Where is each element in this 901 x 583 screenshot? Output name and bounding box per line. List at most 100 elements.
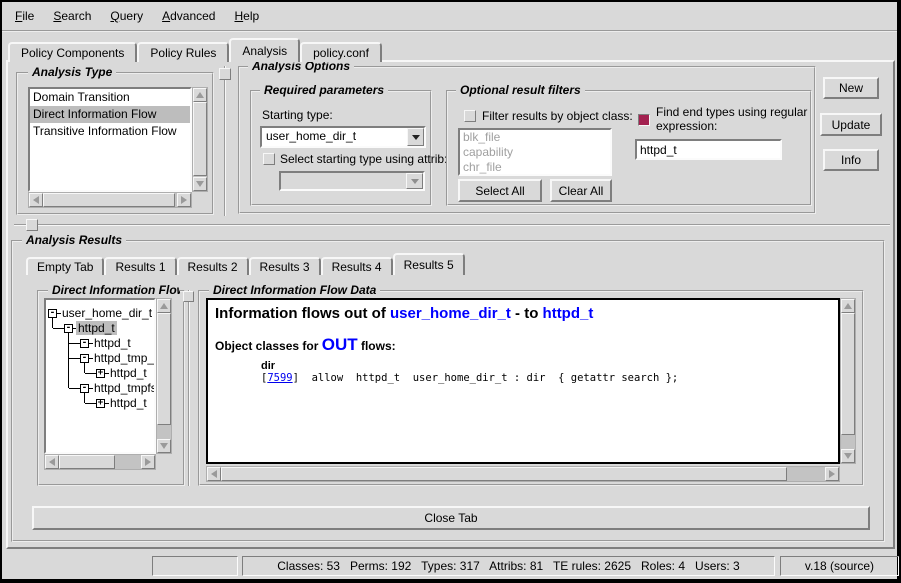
results-pane-sash-handle[interactable] (183, 291, 194, 302)
scroll-track[interactable] (59, 455, 141, 469)
object-class-listbox-disabled: blk_file capability chr_file (458, 128, 612, 176)
regex-checkbox-checked[interactable] (638, 114, 650, 126)
scroll-up-arrow[interactable] (193, 88, 207, 102)
status-policy-stats: Classes: 53 Perms: 192 Types: 317 Attrib… (242, 556, 775, 576)
tree-line (85, 373, 96, 374)
combobox-dropdown-button[interactable] (406, 173, 423, 189)
results-sash-handle[interactable] (26, 219, 38, 231)
tab-results-4[interactable]: Results 4 (321, 257, 393, 275)
pane-sash-handle[interactable] (219, 68, 231, 80)
object-class-checkbox[interactable] (464, 110, 476, 122)
tree-expander-icon[interactable]: + (96, 399, 105, 408)
analysis-type-item-selected[interactable]: Direct Information Flow (30, 106, 190, 123)
analysis-type-hscrollbar[interactable] (28, 192, 192, 208)
tree-node-label[interactable]: httpd_tmp_t (92, 351, 156, 365)
required-parameters-title: Required parameters (260, 83, 388, 97)
analysis-type-vscrollbar[interactable] (192, 87, 208, 192)
scroll-track[interactable] (157, 313, 171, 439)
close-tab-button[interactable]: Close Tab (32, 506, 870, 530)
tree-expander-icon[interactable]: - (80, 339, 89, 348)
flow-tree-title: Direct Information Flow T (48, 283, 180, 297)
tab-results-5[interactable]: Results 5 (393, 253, 465, 275)
scroll-thumb[interactable] (841, 313, 855, 435)
new-button[interactable]: New (823, 77, 879, 99)
tree-node-label[interactable]: httpd_tmpfs_t (92, 381, 156, 395)
scroll-track[interactable] (43, 193, 177, 207)
scroll-down-arrow[interactable] (841, 449, 855, 463)
analysis-type-item[interactable]: Transitive Information Flow (30, 123, 190, 140)
tree-expander-icon[interactable]: - (64, 324, 73, 333)
scroll-left-arrow[interactable] (29, 193, 43, 207)
tree-node-label[interactable]: httpd_t (108, 396, 149, 410)
tree-expander-icon[interactable]: - (80, 354, 89, 363)
regex-input[interactable] (635, 139, 782, 160)
tab-analysis[interactable]: Analysis (229, 38, 300, 62)
flow-data-hscrollbar[interactable] (206, 466, 840, 482)
up-arrow-icon (844, 303, 852, 309)
menu-help[interactable]: Help (231, 8, 262, 24)
tree-expander-icon[interactable]: + (96, 369, 105, 378)
tab-empty[interactable]: Empty Tab (26, 257, 104, 275)
tab-policy-rules[interactable]: Policy Rules (137, 42, 229, 62)
rule-id-link[interactable]: 7599 (267, 372, 292, 384)
tab-policy-conf[interactable]: policy.conf (300, 42, 382, 62)
tab-policy-components[interactable]: Policy Components (8, 42, 137, 62)
scroll-thumb[interactable] (59, 455, 115, 469)
tree-node-label[interactable]: httpd_t (108, 366, 149, 380)
flow-data-title: Direct Information Flow Data (209, 283, 380, 297)
status-version: v.18 (source) (780, 556, 899, 576)
starting-type-combobox[interactable]: user_home_dir_t (260, 126, 426, 148)
scroll-track[interactable] (841, 313, 855, 449)
optional-filters-title: Optional result filters (456, 83, 585, 97)
results-sash-line (14, 224, 890, 226)
combobox-dropdown-button[interactable] (407, 128, 424, 146)
scroll-track[interactable] (193, 102, 207, 177)
flow-data-textarea[interactable]: Information flows out of user_home_dir_t… (206, 298, 840, 464)
tab-results-1[interactable]: Results 1 (104, 257, 176, 275)
scroll-thumb[interactable] (157, 313, 171, 425)
info-button[interactable]: Info (823, 149, 879, 171)
update-button[interactable]: Update (820, 113, 882, 136)
object-class-item[interactable]: capability (460, 145, 610, 160)
scroll-track[interactable] (221, 467, 825, 481)
tree-line (69, 343, 80, 344)
scroll-thumb[interactable] (221, 467, 787, 481)
scroll-up-arrow[interactable] (841, 299, 855, 313)
tree-node-label-selected[interactable]: httpd_t (76, 321, 117, 335)
scroll-left-arrow[interactable] (207, 467, 221, 481)
scroll-down-arrow[interactable] (157, 439, 171, 453)
flow-tree-vscrollbar[interactable] (156, 298, 172, 454)
scroll-up-arrow[interactable] (157, 299, 171, 313)
select-all-button[interactable]: Select All (458, 179, 542, 202)
status-empty-box (152, 556, 238, 576)
attrib-combobox-disabled[interactable] (279, 171, 425, 191)
tree-node-label[interactable]: httpd_t (92, 336, 133, 350)
tree-node-label[interactable]: user_home_dir_t (60, 306, 154, 320)
results-pane-sash-line (188, 290, 190, 486)
object-class-item[interactable]: chr_file (460, 160, 610, 175)
menu-advanced[interactable]: Advanced (159, 8, 218, 24)
tab-results-2[interactable]: Results 2 (177, 257, 249, 275)
tab-results-3[interactable]: Results 3 (249, 257, 321, 275)
scroll-thumb[interactable] (43, 193, 175, 207)
scroll-thumb[interactable] (193, 102, 207, 176)
scroll-down-arrow[interactable] (193, 177, 207, 191)
flow-tree-hscrollbar[interactable] (44, 454, 156, 470)
scroll-right-arrow[interactable] (825, 467, 839, 481)
scroll-right-arrow[interactable] (177, 193, 191, 207)
menu-file[interactable]: File (12, 8, 37, 24)
object-class-item[interactable]: blk_file (460, 130, 610, 145)
flow-tree: - - - - + - + user_home_dir_t httpd_t ht… (44, 298, 156, 454)
menu-search[interactable]: Search (50, 8, 94, 24)
analysis-type-item[interactable]: Domain Transition (30, 89, 190, 106)
tree-expander-icon[interactable]: - (80, 384, 89, 393)
clear-all-button[interactable]: Clear All (550, 179, 612, 202)
scroll-left-arrow[interactable] (45, 455, 59, 469)
menu-query[interactable]: Query (107, 8, 146, 24)
flow-data-vscrollbar[interactable] (840, 298, 856, 464)
attrib-checkbox[interactable] (263, 153, 275, 165)
tree-expander-icon[interactable]: - (48, 309, 57, 318)
up-arrow-icon (196, 92, 204, 98)
scroll-right-arrow[interactable] (141, 455, 155, 469)
app-window: File Search Query Advanced Help Policy C… (0, 0, 901, 583)
